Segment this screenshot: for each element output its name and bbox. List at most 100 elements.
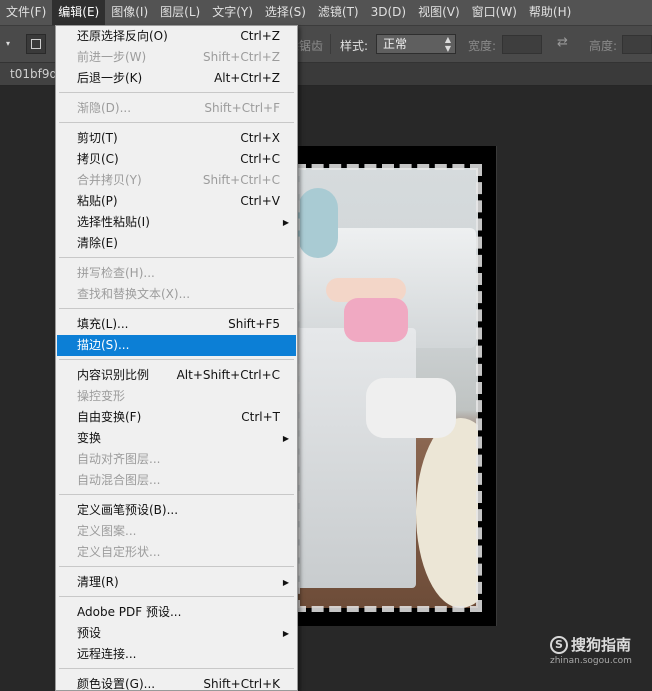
menu-item-step-forward[interactable]: 前进一步(W) Shift+Ctrl+Z — [57, 47, 296, 68]
menu-item-label: 定义画笔预设(B)... — [77, 503, 179, 517]
menu-item-cut[interactable]: 剪切(T) Ctrl+X — [57, 128, 296, 149]
menu-item-fill[interactable]: 填充(L)... Shift+F5 — [57, 314, 296, 335]
menu-item-shortcut: Alt+Ctrl+Z — [214, 71, 280, 85]
watermark-top: S 搜狗指南 — [550, 634, 632, 655]
menu-item-label: 操控变形 — [77, 389, 126, 403]
menu-help[interactable]: 帮助(H) — [523, 0, 577, 25]
menu-item-step-backward[interactable]: 后退一步(K) Alt+Ctrl+Z — [57, 68, 296, 89]
menu-item-shortcut: Ctrl+T — [241, 410, 280, 424]
watermark-brand: 搜狗指南 — [571, 636, 632, 654]
menu-file[interactable]: 文件(F) — [0, 0, 52, 25]
menu-item-undo[interactable]: 还原选择反向(O) Ctrl+Z — [57, 26, 296, 47]
menu-item-puppet-warp[interactable]: 操控变形 — [57, 386, 296, 407]
menu-separator — [59, 257, 294, 258]
menu-item-paste-special[interactable]: 选择性粘贴(I) ▶ — [57, 212, 296, 233]
menu-item-copy-merged[interactable]: 合并拷贝(Y) Shift+Ctrl+C — [57, 170, 296, 191]
watermark-url: zhinan.sogou.com — [550, 656, 632, 666]
menu-item-label: 清理(R) — [77, 575, 119, 589]
menu-filter[interactable]: 滤镜(T) — [312, 0, 365, 25]
style-select[interactable]: 正常 ▲ ▼ — [376, 34, 456, 54]
menu-item-define-pattern[interactable]: 定义图案... — [57, 521, 296, 542]
menu-item-label: 拷贝(C) — [77, 152, 119, 166]
menu-item-shortcut: Ctrl+V — [240, 194, 280, 208]
menu-item-label: Adobe PDF 预设... — [77, 605, 182, 619]
menu-item-fade[interactable]: 渐隐(D)... Shift+Ctrl+F — [57, 98, 296, 119]
menu-layer[interactable]: 图层(L) — [154, 0, 206, 25]
menu-item-shortcut: Shift+F5 — [228, 317, 280, 331]
menu-item-content-aware-scale[interactable]: 内容识别比例 Alt+Shift+Ctrl+C — [57, 365, 296, 386]
menu-separator — [59, 308, 294, 309]
menu-item-paste[interactable]: 粘贴(P) Ctrl+V — [57, 191, 296, 212]
menu-item-label: 拼写检查(H)... — [77, 266, 155, 280]
menu-item-presets[interactable]: 预设 ▶ — [57, 623, 296, 644]
menu-item-shortcut: Shift+Ctrl+Z — [203, 50, 280, 64]
menu-item-copy[interactable]: 拷贝(C) Ctrl+C — [57, 149, 296, 170]
submenu-arrow-icon: ▶ — [282, 629, 289, 638]
menu-item-label: 描边(S)... — [77, 338, 130, 352]
menu-item-clear[interactable]: 清除(E) — [57, 233, 296, 254]
menu-item-shortcut: Shift+Ctrl+K — [203, 677, 280, 691]
menu-image[interactable]: 图像(I) — [105, 0, 154, 25]
menu-item-label: 定义自定形状... — [77, 545, 161, 559]
menu-item-label: 剪切(T) — [77, 131, 118, 145]
menu-window[interactable]: 窗口(W) — [466, 0, 523, 25]
menu-item-free-transform[interactable]: 自由变换(F) Ctrl+T — [57, 407, 296, 428]
menu-item-label: 变换 — [77, 431, 102, 445]
menu-item-adobe-pdf-presets[interactable]: Adobe PDF 预设... — [57, 602, 296, 623]
menu-item-spell-check[interactable]: 拼写检查(H)... — [57, 263, 296, 284]
tool-preset-dropdown-icon[interactable]: ▾ — [6, 38, 14, 50]
menu-select[interactable]: 选择(S) — [259, 0, 312, 25]
menu-3d[interactable]: 3D(D) — [365, 0, 412, 25]
menu-item-define-custom-shape[interactable]: 定义自定形状... — [57, 542, 296, 563]
menu-item-purge[interactable]: 清理(R) ▶ — [57, 572, 296, 593]
menu-item-label: 粘贴(P) — [77, 194, 118, 208]
submenu-arrow-icon: ▶ — [282, 578, 289, 587]
menu-bar: 文件(F) 编辑(E) 图像(I) 图层(L) 文字(Y) 选择(S) 滤镜(T… — [0, 0, 652, 26]
menu-edit[interactable]: 编辑(E) — [52, 0, 106, 25]
menu-item-transform[interactable]: 变换 ▶ — [57, 428, 296, 449]
menu-item-label: 前进一步(W) — [77, 50, 147, 64]
submenu-arrow-icon: ▶ — [282, 218, 289, 227]
menu-item-label: 后退一步(K) — [77, 71, 143, 85]
menu-item-label: 清除(E) — [77, 236, 118, 250]
menu-item-label: 合并拷贝(Y) — [77, 173, 142, 187]
menu-separator — [59, 92, 294, 93]
menu-view[interactable]: 视图(V) — [412, 0, 466, 25]
menu-item-label: 自动对齐图层... — [77, 452, 161, 466]
menu-item-shortcut: Ctrl+C — [240, 152, 280, 166]
style-select-value: 正常 — [383, 37, 408, 51]
menu-item-label: 自动混合图层... — [77, 473, 161, 487]
menu-separator — [59, 596, 294, 597]
menu-separator — [59, 122, 294, 123]
menu-separator — [59, 494, 294, 495]
width-input[interactable] — [502, 35, 542, 54]
document-canvas[interactable] — [294, 146, 497, 626]
menu-item-label: 自由变换(F) — [77, 410, 142, 424]
menu-item-label: 远程连接... — [77, 647, 137, 661]
menu-item-shortcut: Ctrl+X — [240, 131, 280, 145]
rectangle-marquee-icon[interactable] — [26, 34, 46, 54]
menu-item-auto-blend-layers[interactable]: 自动混合图层... — [57, 470, 296, 491]
menu-item-label: 查找和替换文本(X)... — [77, 287, 191, 301]
width-label: 宽度: — [468, 39, 497, 53]
menu-type[interactable]: 文字(Y) — [206, 0, 259, 25]
menu-item-auto-align-layers[interactable]: 自动对齐图层... — [57, 449, 296, 470]
menu-item-remote-connections[interactable]: 远程连接... — [57, 644, 296, 665]
menu-item-shortcut: Ctrl+Z — [240, 29, 280, 43]
separator — [330, 34, 331, 54]
menu-item-shortcut: Shift+Ctrl+C — [202, 173, 280, 187]
menu-item-stroke[interactable]: 描边(S)... — [57, 335, 296, 356]
submenu-arrow-icon: ▶ — [282, 434, 289, 443]
sogou-logo-icon: S — [550, 635, 568, 654]
height-input[interactable] — [622, 35, 652, 54]
menu-item-label: 内容识别比例 — [77, 368, 150, 382]
menu-item-define-brush[interactable]: 定义画笔预设(B)... — [57, 500, 296, 521]
menu-item-find-replace[interactable]: 查找和替换文本(X)... — [57, 284, 296, 305]
swap-width-height-icon[interactable]: ⇄ — [557, 35, 568, 50]
menu-item-color-settings[interactable]: 颜色设置(G)... Shift+Ctrl+K — [57, 674, 296, 691]
menu-separator — [59, 668, 294, 669]
menu-item-shortcut: Alt+Shift+Ctrl+C — [176, 368, 280, 382]
menu-item-label: 颜色设置(G)... — [77, 677, 156, 691]
menu-item-label: 选择性粘贴(I) — [77, 215, 150, 229]
selection-marquee — [294, 164, 482, 612]
